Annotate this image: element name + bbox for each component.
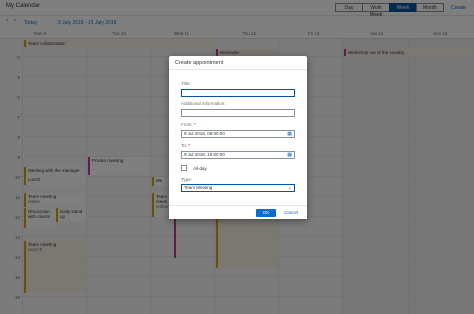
type-select-value: Team Meeting (184, 185, 213, 190)
allday-label: All-day (193, 166, 207, 171)
to-label: To: * (181, 143, 191, 148)
from-datetime-value: 9 Jul 2018, 09:00:00 (184, 131, 225, 136)
dialog-title: Create appointment (169, 56, 307, 70)
to-datetime-value: 9 Jul 2018, 10:00:00 (184, 152, 225, 157)
calendar-icon[interactable]: ▦ (287, 152, 292, 158)
title-label: Title: (181, 81, 191, 86)
create-appointment-dialog: Create appointment Title: Additional inf… (169, 56, 307, 219)
from-label: From: * (181, 122, 196, 127)
cancel-button[interactable]: Cancel (280, 209, 302, 217)
calendar-icon[interactable]: ▦ (287, 131, 292, 137)
info-label: Additional information: (181, 101, 226, 106)
from-datetime-input[interactable]: 9 Jul 2018, 09:00:00 ▦ (181, 130, 295, 138)
required-mark: * (188, 143, 191, 148)
dialog-footer: OK Cancel (169, 205, 307, 219)
type-label: Type: (181, 177, 193, 182)
chevron-down-icon: ⌄ (287, 185, 292, 191)
type-select[interactable]: Team Meeting ⌄ (181, 184, 295, 192)
ok-button[interactable]: OK (256, 209, 276, 217)
to-datetime-input[interactable]: 9 Jul 2018, 10:00:00 ▦ (181, 151, 295, 159)
title-input[interactable] (181, 89, 295, 97)
info-input[interactable] (181, 109, 295, 117)
allday-checkbox[interactable] (181, 165, 187, 171)
required-mark: * (194, 122, 196, 127)
